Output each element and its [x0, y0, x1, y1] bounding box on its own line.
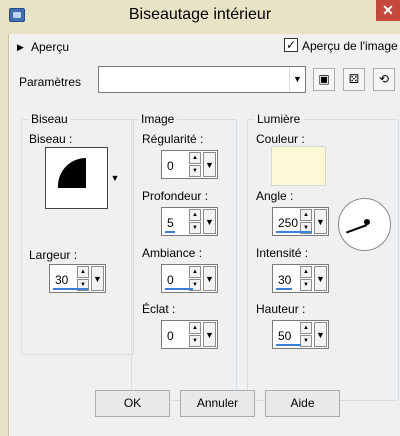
angle-dial-needle: [345, 224, 368, 234]
chevron-down-icon[interactable]: ▼: [289, 67, 305, 92]
increment-icon[interactable]: ▲: [300, 266, 312, 278]
value-slider-bar[interactable]: [165, 231, 175, 233]
value-slider-bar[interactable]: [53, 288, 88, 290]
intensity-value: 30: [278, 273, 292, 287]
increment-icon[interactable]: ▲: [300, 322, 312, 334]
regularity-spinner[interactable]: 0 ▲ ▼ ▼: [161, 150, 218, 179]
light-group-title: Lumière: [254, 112, 304, 126]
decrement-icon[interactable]: ▼: [189, 165, 201, 177]
preview-checkbox[interactable]: ✓: [284, 38, 298, 52]
settings-label: Paramètres: [19, 75, 82, 89]
ok-button[interactable]: OK: [95, 390, 170, 417]
preview-label: Aperçu: [31, 40, 70, 54]
shine-value: 0: [167, 329, 174, 343]
chevron-down-icon[interactable]: ▼: [203, 266, 216, 291]
bevel-group-title: Biseau: [28, 112, 71, 126]
depth-spinner[interactable]: 5 ▲ ▼ ▼: [161, 207, 218, 236]
shine-label: Éclat :: [142, 302, 176, 316]
increment-icon[interactable]: ▲: [189, 152, 201, 164]
preview-row: ▶ Aperçu ✓ Aperçu de l'image: [9, 34, 400, 60]
bevel-shape-preview[interactable]: [45, 147, 108, 209]
randomize-icon: ⚄: [348, 72, 360, 86]
close-button[interactable]: ✕: [376, 0, 400, 21]
angle-spinner[interactable]: 250 ▲ ▼ ▼: [272, 207, 329, 236]
dialog-body: ▶ Aperçu ✓ Aperçu de l'image Paramètres …: [8, 34, 400, 436]
bevel-dropdown-arrow-icon[interactable]: ▼: [109, 147, 121, 209]
height-spinner[interactable]: 50 ▲ ▼ ▼: [272, 320, 329, 349]
intensity-label: Intensité :: [256, 246, 309, 260]
increment-icon[interactable]: ▲: [300, 209, 312, 221]
angle-value: 250: [278, 216, 299, 230]
value-slider-bar[interactable]: [276, 288, 292, 290]
ambiance-value: 0: [167, 273, 174, 287]
angle-dial[interactable]: [338, 198, 391, 251]
bevel-width-spinner[interactable]: 30 ▲ ▼ ▼: [49, 264, 106, 293]
regularity-label: Régularité :: [142, 132, 204, 146]
chevron-down-icon[interactable]: ▼: [314, 322, 327, 347]
regularity-value: 0: [167, 159, 174, 173]
increment-icon[interactable]: ▲: [77, 266, 89, 278]
depth-label: Profondeur :: [142, 189, 209, 203]
decrement-icon[interactable]: ▼: [189, 222, 201, 234]
chevron-down-icon[interactable]: ▼: [314, 266, 327, 291]
window-title: Biseautage intérieur: [128, 6, 272, 23]
height-label: Hauteur :: [256, 302, 306, 316]
value-slider-bar[interactable]: [276, 231, 312, 233]
chevron-down-icon[interactable]: ▼: [203, 209, 216, 234]
ambiance-spinner[interactable]: 0 ▲ ▼ ▼: [161, 264, 218, 293]
help-button[interactable]: Aide: [265, 390, 340, 417]
height-value: 50: [278, 329, 292, 343]
bevel-shape-label: Biseau :: [29, 132, 73, 146]
bevel-shape-icon: [58, 158, 86, 188]
title-bar: Biseautage intérieur ✕: [0, 0, 400, 34]
reset-button[interactable]: ⟲: [373, 68, 395, 91]
decrement-icon[interactable]: ▼: [300, 279, 312, 291]
chevron-down-icon[interactable]: ▼: [203, 322, 216, 347]
intensity-spinner[interactable]: 30 ▲ ▼ ▼: [272, 264, 329, 293]
expand-arrow-icon[interactable]: ▶: [17, 42, 24, 53]
chevron-down-icon[interactable]: ▼: [314, 209, 327, 234]
save-preset-button[interactable]: ▣: [313, 68, 335, 91]
value-slider-bar[interactable]: [165, 288, 193, 290]
cancel-button[interactable]: Annuler: [180, 390, 255, 417]
chevron-down-icon[interactable]: ▼: [203, 152, 216, 177]
bevel-width-label: Largeur :: [29, 248, 78, 262]
preview-checkbox-label: Aperçu de l'image: [302, 39, 398, 53]
decrement-icon[interactable]: ▼: [300, 335, 312, 347]
angle-dial-knob: [364, 219, 370, 225]
image-group-title: Image: [138, 112, 178, 126]
bevel-width-value: 30: [55, 273, 69, 287]
angle-label: Angle :: [256, 189, 294, 203]
ambiance-label: Ambiance :: [142, 246, 203, 260]
chevron-down-icon[interactable]: ▼: [91, 266, 104, 291]
increment-icon[interactable]: ▲: [189, 266, 201, 278]
value-slider-bar[interactable]: [276, 344, 301, 346]
increment-icon[interactable]: ▲: [189, 209, 201, 221]
randomize-button[interactable]: ⚄: [343, 68, 365, 91]
depth-value: 5: [167, 216, 174, 230]
save-icon: ▣: [318, 72, 330, 86]
reset-icon: ⟲: [378, 72, 390, 86]
decrement-icon[interactable]: ▼: [189, 335, 201, 347]
shine-spinner[interactable]: 0 ▲ ▼ ▼: [161, 320, 218, 349]
preset-dropdown[interactable]: ▼: [98, 66, 306, 93]
increment-icon[interactable]: ▲: [189, 322, 201, 334]
color-label: Couleur :: [256, 132, 305, 146]
light-color-swatch[interactable]: [271, 146, 326, 186]
